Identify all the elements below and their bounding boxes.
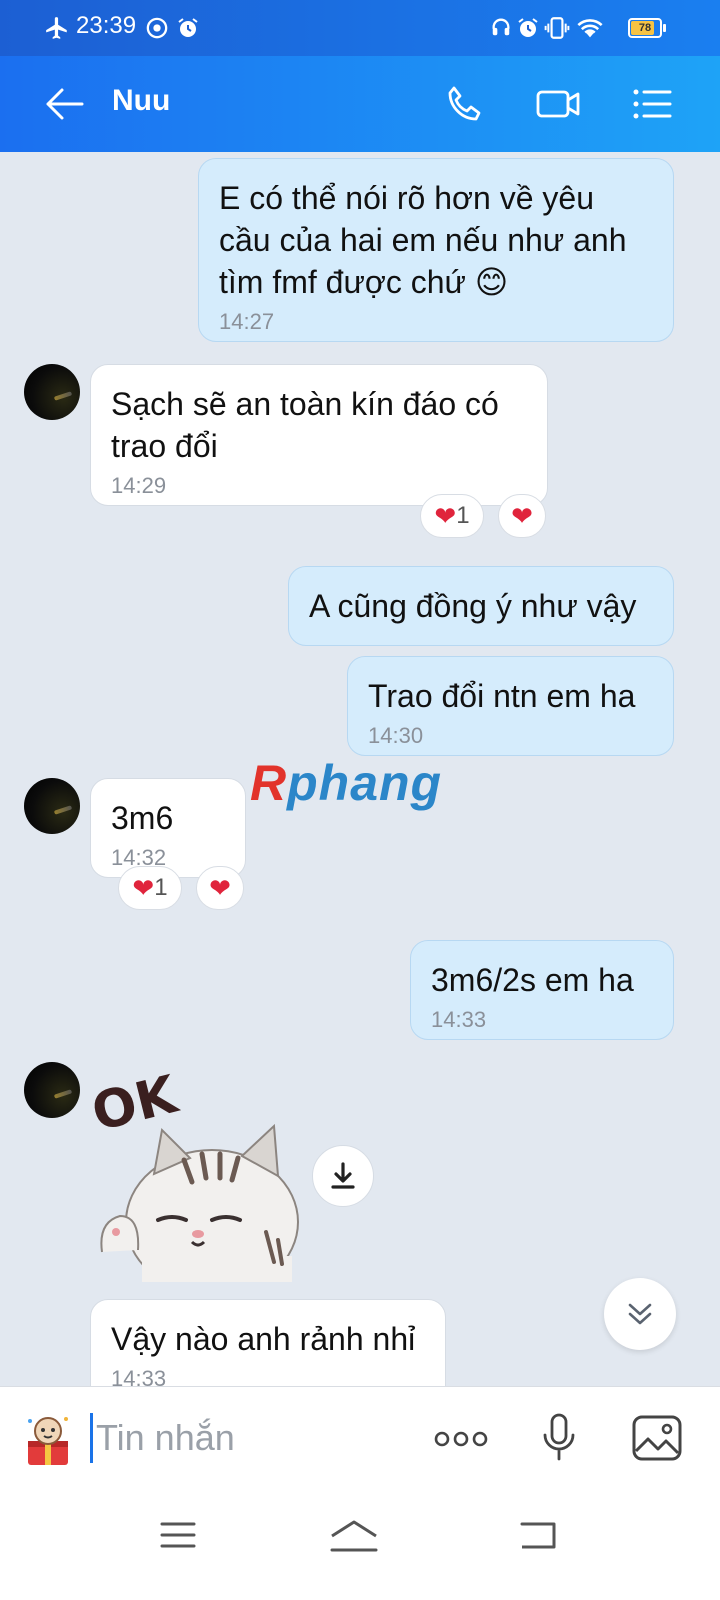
message-bubble-incoming[interactable]: 3m6 14:32 (90, 778, 246, 878)
reaction-count: 1 (456, 502, 470, 529)
message-time: 14:33 (431, 1007, 487, 1032)
message-text: Trao đổi ntn em ha (368, 678, 636, 714)
add-reaction-button[interactable]: ❤ (196, 866, 244, 910)
chat-header: Nuu (0, 56, 720, 152)
heart-icon: ❤ (511, 500, 533, 531)
download-button[interactable] (312, 1145, 374, 1207)
heart-icon: ❤ (132, 872, 155, 903)
add-reaction-button[interactable]: ❤ (498, 494, 546, 538)
message-text: 3m6/2s em ha (431, 962, 634, 998)
reaction-count: 1 (154, 874, 168, 901)
more-options-icon[interactable] (434, 1427, 488, 1451)
airplane-icon (46, 17, 67, 39)
reaction-count-badge[interactable]: ❤ 1 (420, 494, 484, 538)
message-text: E có thể nói rõ hơn về yêu cầu của hai e… (219, 180, 627, 300)
message-bubble-outgoing[interactable]: 3m6/2s em ha 14:33 (410, 940, 674, 1040)
cat-ok-sticker[interactable]: OK (92, 1072, 302, 1282)
svg-text:OK: OK (92, 1072, 184, 1144)
microphone-icon[interactable] (542, 1413, 576, 1463)
heart-icon: ❤ (209, 872, 231, 903)
back-icon[interactable] (520, 1520, 556, 1550)
battery-level: 78 (638, 22, 652, 34)
double-chevron-down-icon (628, 1303, 652, 1325)
chat-messages[interactable]: E có thể nói rõ hơn về yêu cầu của hai e… (0, 152, 720, 1412)
scroll-to-bottom-button[interactable] (604, 1278, 676, 1350)
home-icon[interactable] (330, 1520, 378, 1552)
watermark-logo: Rphang (250, 755, 443, 811)
download-icon (331, 1162, 355, 1189)
menu-list-icon[interactable] (630, 82, 674, 126)
recent-apps-icon[interactable] (160, 1520, 196, 1550)
back-arrow-icon[interactable] (42, 84, 86, 124)
sticker-icon[interactable] (22, 1411, 74, 1467)
contact-name[interactable]: Nuu (112, 84, 170, 118)
alarm-icon (518, 18, 538, 37)
message-text: Vậy nào anh rảnh nhỉ (111, 1321, 416, 1357)
message-text: A cũng đồng ý như vậy (309, 588, 637, 624)
avatar[interactable] (24, 364, 80, 420)
reaction-count-badge[interactable]: ❤ 1 (118, 866, 182, 910)
phone-icon[interactable] (442, 82, 486, 126)
status-time: 23:39 (76, 12, 137, 39)
wifi-icon (577, 19, 603, 38)
message-input[interactable]: Tin nhắn (96, 1417, 235, 1459)
alarm-icon (178, 18, 198, 37)
message-bubble-outgoing[interactable]: Trao đổi ntn em ha 14:30 (347, 656, 674, 756)
message-text: 3m6 (111, 800, 174, 836)
message-text: Sạch sẽ an toàn kín đáo có trao đổi (111, 386, 499, 464)
message-input-bar: Tin nhắn (0, 1386, 720, 1490)
video-call-icon[interactable] (534, 82, 582, 126)
battery-icon: 78 (628, 18, 666, 38)
text-cursor (90, 1413, 93, 1463)
status-bar: 23:39 78 (0, 0, 720, 56)
heart-icon: ❤ (434, 500, 457, 531)
vibrate-icon (544, 17, 570, 39)
image-icon[interactable] (632, 1415, 682, 1461)
message-bubble-outgoing[interactable]: A cũng đồng ý như vậy (288, 566, 674, 646)
headphones-icon (492, 18, 510, 36)
message-time: 14:27 (219, 309, 275, 334)
avatar[interactable] (24, 1062, 80, 1118)
message-time: 14:30 (368, 723, 424, 748)
chrome-icon (146, 17, 168, 39)
avatar[interactable] (24, 778, 80, 834)
message-bubble-outgoing[interactable]: E có thể nói rõ hơn về yêu cầu của hai e… (198, 158, 674, 342)
system-nav-bar (0, 1490, 720, 1600)
message-bubble-incoming[interactable]: Sạch sẽ an toàn kín đáo có trao đổi 14:2… (90, 364, 548, 506)
